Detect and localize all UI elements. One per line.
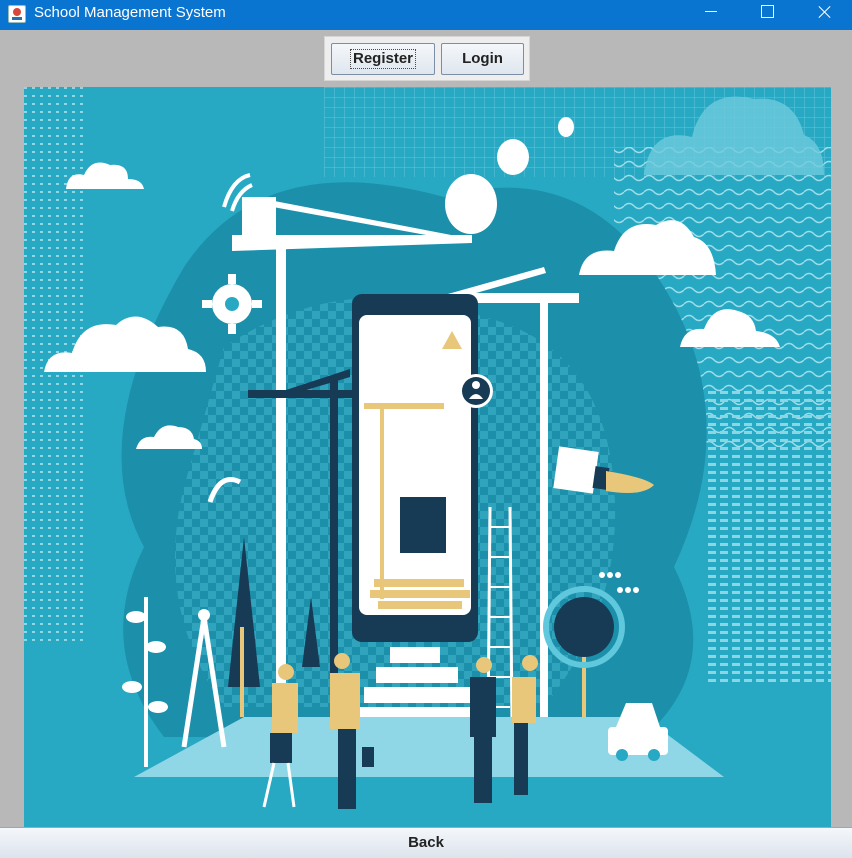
maximize-icon[interactable] [739, 0, 797, 30]
footer-bar: Back [0, 827, 852, 858]
minimize-icon[interactable] [682, 0, 740, 30]
register-button-label: Register [349, 49, 417, 69]
auth-toolbar: Register Login [324, 36, 530, 81]
back-button[interactable]: Back [0, 828, 852, 858]
java-app-icon [8, 5, 26, 23]
window-title: School Management System [34, 4, 226, 21]
close-icon[interactable] [796, 0, 852, 30]
title-bar: School Management System [0, 0, 852, 30]
phone-icon [352, 294, 493, 642]
login-button[interactable]: Login [441, 43, 524, 75]
construction-illustration [24, 87, 831, 827]
register-button[interactable]: Register [331, 43, 435, 75]
